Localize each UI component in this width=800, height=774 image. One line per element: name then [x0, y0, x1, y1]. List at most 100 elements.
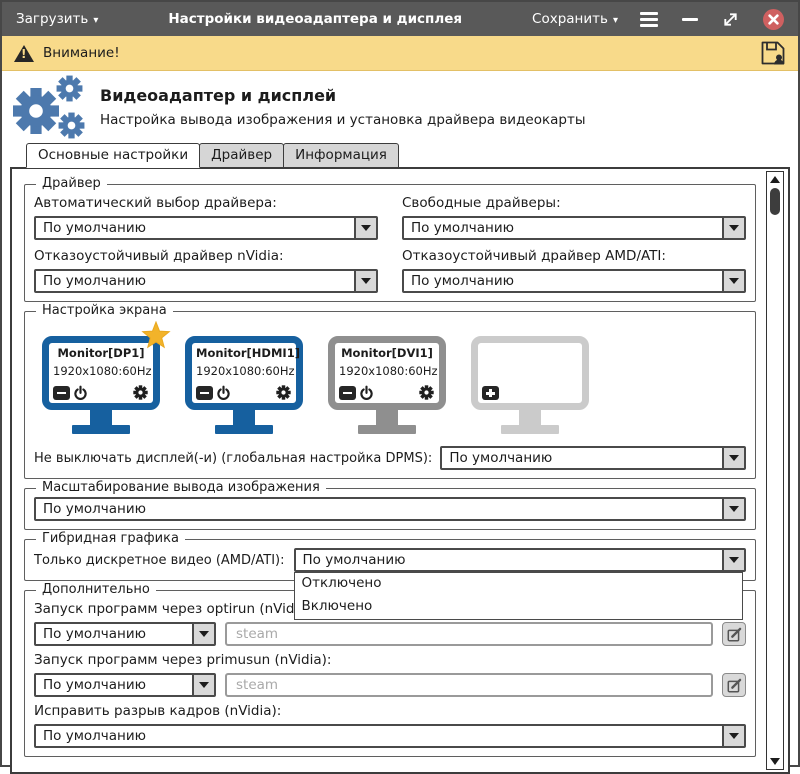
monitor-hdmi1[interactable]: Monitor[HDMI1] 1920x1080:60Hz [185, 336, 303, 434]
monitor-dp1[interactable]: Monitor[DP1] 1920x1080:60Hz [42, 336, 160, 434]
monitor-disable-icon[interactable] [339, 386, 356, 400]
monitor-name: Monitor[DVI1] [339, 346, 435, 360]
failsafe-amd-select[interactable]: По умолчанию [402, 269, 746, 293]
discrete-video-options: Отключено Включено [294, 572, 743, 620]
page-title: Видеоадаптер и дисплей [100, 86, 586, 105]
monitor-settings-icon[interactable] [276, 385, 291, 400]
chevron-down-icon: ▾ [93, 15, 98, 26]
monitor-name: Monitor[HDMI1] [196, 346, 292, 360]
select-arrow-icon [722, 499, 744, 519]
select-value: По умолчанию [36, 271, 354, 291]
monitor-disable-icon[interactable] [196, 386, 213, 400]
vertical-scrollbar[interactable] [766, 171, 784, 770]
primary-star-icon [141, 321, 171, 349]
monitor-resolution: 1920x1080:60Hz [196, 364, 292, 378]
primus-select[interactable]: По умолчанию [34, 673, 216, 697]
discrete-video-label: Только дискретное видео (AMD/ATI): [34, 553, 285, 568]
maximize-icon[interactable] [722, 11, 739, 28]
power-icon[interactable] [74, 385, 87, 400]
tearing-label: Исправить разрыв кадров (nVidia): [34, 703, 746, 719]
free-drivers-select[interactable]: По умолчанию [402, 216, 746, 240]
driver-section: Драйвер Автоматический выбор драйвера: П… [24, 184, 756, 302]
load-menu-label: Загрузить [16, 11, 88, 27]
monitor-base [72, 425, 130, 434]
scroll-up-icon[interactable] [770, 176, 780, 183]
select-value: По умолчанию [36, 726, 722, 746]
select-arrow-icon [192, 675, 214, 695]
monitor-dvi1[interactable]: Monitor[DVI1] 1920x1080:60Hz [328, 336, 446, 434]
auto-driver-select[interactable]: По умолчанию [34, 216, 378, 240]
close-icon[interactable] [763, 9, 784, 30]
monitor-settings-icon[interactable] [419, 385, 434, 400]
warning-label: Внимание! [43, 45, 120, 61]
optirun-edit-button[interactable] [722, 622, 746, 646]
scrollbar-thumb[interactable] [770, 188, 780, 215]
minimize-icon[interactable] [682, 18, 698, 21]
scaling-select[interactable]: По умолчанию [34, 497, 746, 521]
tab-information[interactable]: Информация [283, 143, 399, 168]
failsafe-amd-label: Отказоустойчивый драйвер AMD/ATI: [402, 248, 746, 264]
app-window: Загрузить ▾ Настройки видеоадаптера и ди… [0, 0, 800, 767]
pencil-icon [727, 627, 742, 642]
screen-section-legend: Настройка экрана [36, 303, 173, 318]
select-arrow-icon [722, 726, 744, 746]
scaling-section: Масштабирование вывода изображения По ум… [24, 488, 756, 530]
select-value: По умолчанию [404, 218, 722, 238]
power-icon[interactable] [360, 385, 373, 400]
failsafe-nvidia-label: Отказоустойчивый драйвер nVidia: [34, 248, 378, 264]
extra-section-legend: Дополнительно [36, 582, 156, 597]
monitor-stand [90, 410, 112, 425]
monitor-list: Monitor[DP1] 1920x1080:60Hz [42, 336, 746, 434]
tab-main-settings[interactable]: Основные настройки [26, 143, 200, 168]
monitor-add-icon[interactable] [482, 386, 499, 400]
load-menu-button[interactable]: Загрузить ▾ [16, 11, 98, 27]
option-enabled[interactable]: Включено [295, 596, 742, 619]
monitor-stand [233, 410, 255, 425]
chevron-down-icon: ▾ [613, 15, 618, 26]
select-value: По умолчанию [404, 271, 722, 291]
driver-section-legend: Драйвер [36, 176, 107, 191]
page-subtitle: Настройка вывода изображения и установка… [100, 112, 586, 128]
dpms-select[interactable]: По умолчанию [440, 446, 746, 470]
save-menu-label: Сохранить [532, 11, 608, 27]
select-arrow-icon [722, 550, 744, 570]
select-arrow-icon [722, 218, 744, 238]
hybrid-section: Гибридная графика Только дискретное виде… [24, 539, 756, 581]
window-controls [640, 9, 784, 30]
select-arrow-icon [722, 448, 744, 468]
primus-label: Запуск программ через primusun (nVidia): [34, 652, 746, 668]
menu-icon[interactable] [640, 12, 658, 27]
discrete-video-select[interactable]: По умолчанию [294, 548, 746, 572]
monitor-base [358, 425, 416, 434]
save-profile-icon[interactable] [760, 40, 786, 66]
monitor-stand [376, 410, 398, 425]
tab-driver[interactable]: Драйвер [199, 143, 284, 168]
save-menu-button[interactable]: Сохранить ▾ [532, 11, 618, 27]
power-icon[interactable] [217, 385, 230, 400]
optirun-program-input[interactable] [225, 622, 713, 646]
pencil-icon [727, 678, 742, 693]
screen-section: Настройка экрана Monitor[DP1] 1920x1080:… [24, 311, 756, 479]
primus-edit-button[interactable] [722, 673, 746, 697]
monitor-add-slot[interactable] [471, 336, 589, 434]
monitor-disable-icon[interactable] [53, 386, 70, 400]
warning-bar: Внимание! [2, 36, 798, 71]
module-header: Видеоадаптер и дисплей Настройка вывода … [2, 71, 798, 143]
select-value: По умолчанию [36, 218, 354, 238]
option-disabled[interactable]: Отключено [295, 573, 742, 596]
optirun-select[interactable]: По умолчанию [34, 622, 216, 646]
dpms-label: Не выключать дисплей(-и) (глобальная нас… [34, 451, 432, 466]
monitor-resolution: 1920x1080:60Hz [53, 364, 149, 378]
scaling-section-legend: Масштабирование вывода изображения [36, 480, 326, 495]
select-value: По умолчанию [296, 550, 722, 570]
select-value: По умолчанию [36, 624, 192, 644]
settings-scroll-area: Драйвер Автоматический выбор драйвера: П… [12, 169, 766, 772]
select-arrow-icon [722, 271, 744, 291]
scroll-down-icon[interactable] [770, 758, 780, 765]
failsafe-nvidia-select[interactable]: По умолчанию [34, 269, 378, 293]
primus-program-input[interactable] [225, 673, 713, 697]
select-arrow-icon [192, 624, 214, 644]
tearing-select[interactable]: По умолчанию [34, 724, 746, 748]
warning-icon [14, 45, 34, 62]
monitor-settings-icon[interactable] [133, 385, 148, 400]
